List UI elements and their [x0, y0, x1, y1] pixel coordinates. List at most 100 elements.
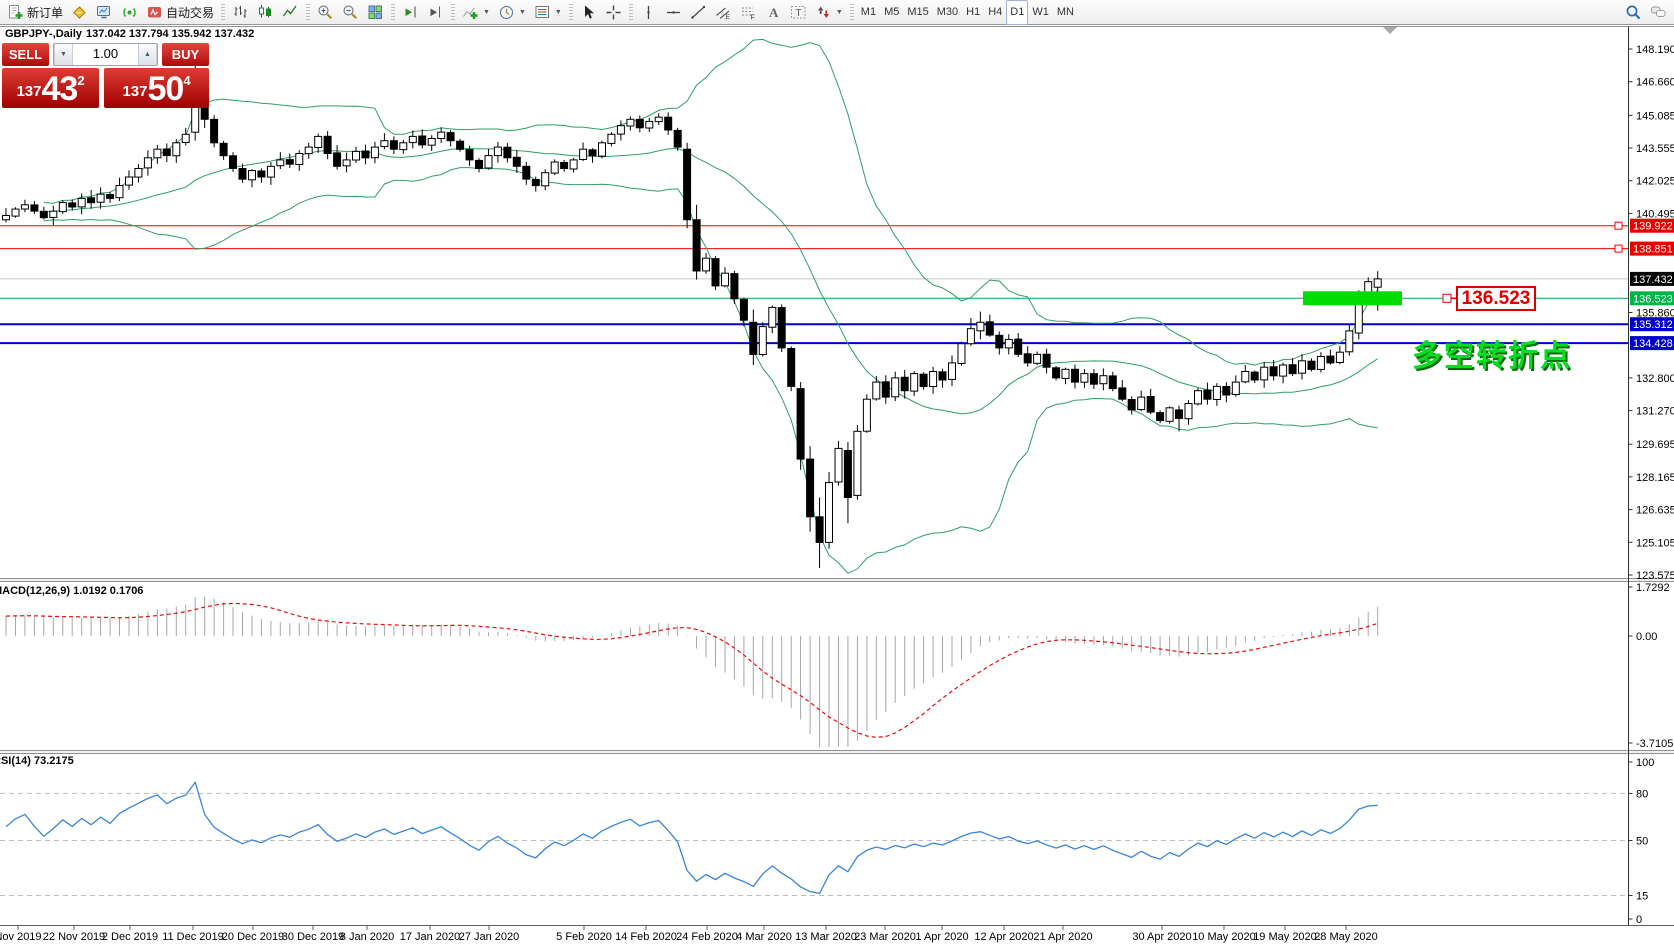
candlestick-chart-button[interactable] [253, 0, 278, 25]
arrows-icon [815, 4, 832, 21]
sell-price-big-figure: 137 [16, 76, 41, 108]
chart-shift-button[interactable] [423, 0, 448, 25]
zoom-in-button[interactable] [313, 0, 338, 25]
tf-h1-label: H1 [966, 6, 980, 18]
zoom-out-icon [342, 4, 359, 21]
tf-m30[interactable]: M30 [933, 0, 962, 25]
indicators-button[interactable]: ▼ [458, 0, 494, 25]
horizontal-line-button[interactable] [661, 0, 686, 25]
volume-up-button[interactable]: ▲ [138, 44, 157, 65]
svg-text:0: 0 [1636, 914, 1642, 926]
tf-h1[interactable]: H1 [962, 0, 984, 25]
tf-m15-label: M15 [907, 6, 928, 18]
svg-text:27 Jan 2020: 27 Jan 2020 [459, 931, 520, 943]
text-icon: A [765, 4, 782, 21]
vertical-line-icon [640, 4, 657, 21]
sell-button[interactable]: SELL [2, 43, 49, 66]
svg-text:30 Dec 2019: 30 Dec 2019 [282, 931, 344, 943]
tf-m5[interactable]: M5 [880, 0, 903, 25]
trendline-button[interactable] [686, 0, 711, 25]
chevron-down-icon[interactable]: ▼ [483, 9, 490, 16]
chevron-down-icon[interactable]: ▼ [555, 9, 562, 16]
bar-chart-button[interactable] [228, 0, 253, 25]
candlestick-chart-icon [257, 4, 274, 21]
sell-price-button[interactable]: 137 43 2 [2, 68, 99, 108]
buy-price-pips: 50 [147, 71, 183, 108]
highlight-rectangle [1303, 291, 1402, 305]
chevron-down-icon[interactable]: ▼ [519, 9, 526, 16]
svg-text:4 Mar 2020: 4 Mar 2020 [736, 931, 792, 943]
terminal-icon[interactable] [92, 0, 117, 25]
tf-d1[interactable]: D1 [1006, 0, 1028, 25]
gold-cube-icon[interactable] [67, 0, 92, 25]
price-callout-box[interactable]: 136.523 [1456, 286, 1536, 311]
svg-text:11 Dec 2019: 11 Dec 2019 [162, 931, 224, 943]
toolbar-group-separator [850, 4, 854, 21]
svg-text:28 May 2020: 28 May 2020 [1314, 931, 1378, 943]
community-chat-button[interactable] [1646, 0, 1671, 25]
svg-text:134.428: 134.428 [1633, 338, 1673, 350]
svg-text:126.635: 126.635 [1636, 505, 1674, 517]
svg-text:13 Mar 2020: 13 Mar 2020 [795, 931, 857, 943]
svg-text:30 Apr 2020: 30 Apr 2020 [1132, 931, 1191, 943]
tf-m30-label: M30 [937, 6, 958, 18]
tf-m15[interactable]: M15 [903, 0, 932, 25]
autotrading-button[interactable]: 自动交易 [142, 0, 218, 25]
tf-h4[interactable]: H4 [984, 0, 1006, 25]
chevron-down-icon[interactable]: ▼ [836, 9, 843, 16]
search-button[interactable] [1621, 0, 1646, 25]
svg-text:125.105: 125.105 [1636, 537, 1674, 549]
svg-text:142.025: 142.025 [1636, 176, 1674, 188]
autotrading-icon [146, 4, 163, 21]
svg-text:129.695: 129.695 [1636, 439, 1674, 451]
volume-field[interactable]: 1.00 [73, 44, 138, 65]
one-click-trade-panel: SELL ▼ 1.00 ▲ BUY 137 43 2 137 50 4 [2, 43, 209, 108]
auto-scroll-button[interactable] [398, 0, 423, 25]
svg-text:F: F [750, 14, 754, 21]
line-chart-icon [282, 4, 299, 21]
fibonacci-button[interactable]: F [736, 0, 761, 25]
svg-text:128.165: 128.165 [1636, 472, 1674, 484]
svg-text:138.851: 138.851 [1633, 244, 1673, 256]
svg-text:146.660: 146.660 [1636, 77, 1674, 89]
tf-mn[interactable]: MN [1053, 0, 1078, 25]
svg-text:15: 15 [1636, 891, 1648, 903]
svg-text:24 Feb 2020: 24 Feb 2020 [676, 931, 738, 943]
tf-w1[interactable]: W1 [1028, 0, 1053, 25]
svg-text:135.312: 135.312 [1633, 319, 1673, 331]
svg-text:A: A [769, 5, 779, 20]
svg-text:136.523: 136.523 [1633, 293, 1673, 305]
volume-down-button[interactable]: ▼ [54, 44, 73, 65]
annotation-text[interactable]: 多空转折点 [1412, 331, 1572, 375]
label-button[interactable]: T [786, 0, 811, 25]
svg-text:1 Apr 2020: 1 Apr 2020 [915, 931, 968, 943]
svg-text:-3.7105: -3.7105 [1636, 738, 1673, 750]
zoom-out-button[interactable] [338, 0, 363, 25]
periods-button[interactable]: ▼ [494, 0, 530, 25]
ohlc-values: 137.042 137.794 135.942 137.432 [86, 28, 254, 40]
terminal-icon-icon [96, 4, 113, 21]
templates-button[interactable]: ▼ [530, 0, 566, 25]
tf-m1[interactable]: M1 [857, 0, 880, 25]
search-icon [1625, 4, 1642, 21]
auto-scroll-icon [402, 4, 419, 21]
signals-icon[interactable] [117, 0, 142, 25]
text-button[interactable]: A [761, 0, 786, 25]
autotrading-button-label: 自动交易 [166, 4, 214, 21]
new-order-button[interactable]: 新订单 [3, 0, 67, 25]
arrows-button[interactable]: ▼ [811, 0, 847, 25]
line-chart-button[interactable] [278, 0, 303, 25]
svg-text:T: T [795, 8, 801, 19]
cursor-button[interactable] [576, 0, 601, 25]
toolbar-group-separator [451, 4, 455, 21]
channel-button[interactable]: E [711, 0, 736, 25]
buy-price-button[interactable]: 137 50 4 [104, 68, 209, 108]
svg-text:132.800: 132.800 [1636, 373, 1674, 385]
crosshair-button[interactable] [601, 0, 626, 25]
tf-w1-label: W1 [1032, 6, 1049, 18]
chart-canvas[interactable]: 148.190146.660145.085143.555142.025140.4… [0, 0, 1674, 944]
tile-windows-button[interactable] [363, 0, 388, 25]
vertical-line-button[interactable] [636, 0, 661, 25]
svg-text:8 Jan 2020: 8 Jan 2020 [340, 931, 394, 943]
buy-button[interactable]: BUY [162, 43, 209, 66]
